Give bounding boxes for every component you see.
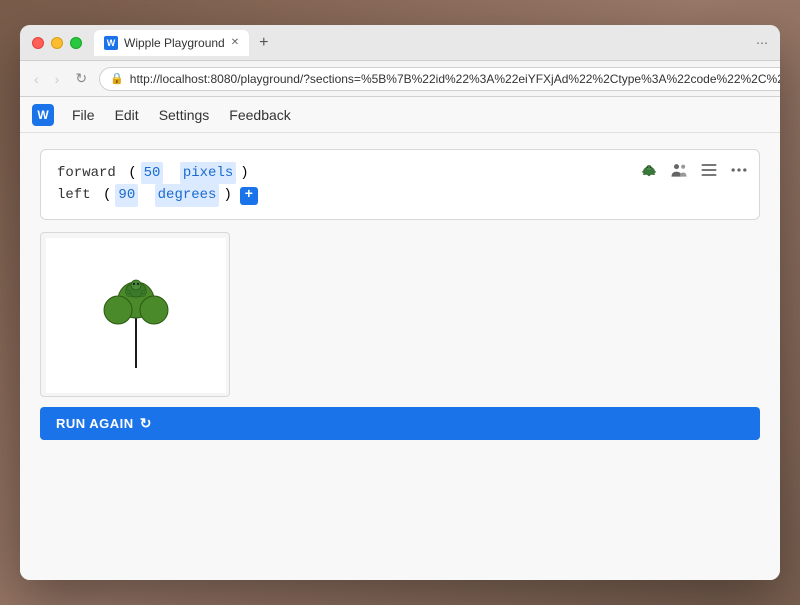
lock-icon: 🔒 — [110, 72, 124, 85]
app-logo: W — [32, 104, 54, 126]
tab-area: W Wipple Playground ✕ + — [94, 30, 756, 56]
turtle-toolbar-icon[interactable] — [637, 158, 661, 182]
minimize-button[interactable] — [51, 37, 63, 49]
run-again-label: RUN AGAIN — [56, 416, 134, 431]
maximize-button[interactable] — [70, 37, 82, 49]
new-tab-button[interactable]: + — [253, 32, 274, 54]
run-again-button[interactable]: RUN AGAIN ↻ — [40, 407, 760, 440]
menu-bar: W File Edit Settings Feedback — [20, 97, 780, 133]
traffic-lights — [32, 37, 82, 49]
title-bar: W Wipple Playground ✕ + ⋯ — [20, 25, 780, 61]
url-text: http://localhost:8080/playground/?sectio… — [130, 72, 780, 86]
drawing-canvas — [46, 238, 226, 393]
app-content: W File Edit Settings Feedback — [20, 97, 780, 580]
window-controls: ⋯ — [756, 36, 768, 50]
tab-favicon: W — [104, 36, 118, 50]
add-line-button[interactable]: + — [240, 187, 258, 205]
unit-degrees[interactable]: degrees — [155, 184, 220, 206]
address-bar: ‹ › ↻ 🔒 http://localhost:8080/playground… — [20, 61, 780, 97]
back-button[interactable]: ‹ — [30, 69, 43, 89]
browser-window: W Wipple Playground ✕ + ⋯ ‹ › ↻ 🔒 http:/… — [20, 25, 780, 580]
keyword-left: left — [57, 184, 91, 206]
toolbar-icons — [637, 158, 751, 182]
people-toolbar-icon[interactable] — [667, 158, 691, 182]
more-toolbar-icon[interactable] — [727, 158, 751, 182]
canvas-area — [40, 232, 230, 397]
menu-edit[interactable]: Edit — [107, 103, 147, 127]
close-button[interactable] — [32, 37, 44, 49]
tab-label: Wipple Playground — [124, 36, 225, 50]
menu-settings[interactable]: Settings — [151, 103, 218, 127]
forward-button[interactable]: › — [51, 69, 64, 89]
menu-feedback[interactable]: Feedback — [221, 103, 298, 127]
turtle-drawing-svg — [46, 238, 226, 393]
code-editor: forward ( 50 pixels ) left ( 90 degrees … — [40, 149, 760, 220]
keyword-forward: forward — [57, 162, 116, 184]
url-bar[interactable]: 🔒 http://localhost:8080/playground/?sect… — [99, 67, 780, 91]
code-line-2: left ( 90 degrees ) + — [57, 184, 743, 206]
bottom-section: RUN AGAIN ↻ — [40, 232, 760, 440]
unit-pixels[interactable]: pixels — [180, 162, 236, 184]
active-tab[interactable]: W Wipple Playground ✕ — [94, 30, 249, 56]
number-50[interactable]: 50 — [141, 162, 164, 184]
list-toolbar-icon[interactable] — [697, 158, 721, 182]
number-90[interactable]: 90 — [115, 184, 138, 206]
menu-file[interactable]: File — [64, 103, 103, 127]
main-area: forward ( 50 pixels ) left ( 90 degrees … — [20, 133, 780, 580]
refresh-button[interactable]: ↻ — [71, 68, 91, 89]
tab-close-button[interactable]: ✕ — [231, 37, 239, 48]
run-again-icon: ↻ — [140, 415, 152, 432]
